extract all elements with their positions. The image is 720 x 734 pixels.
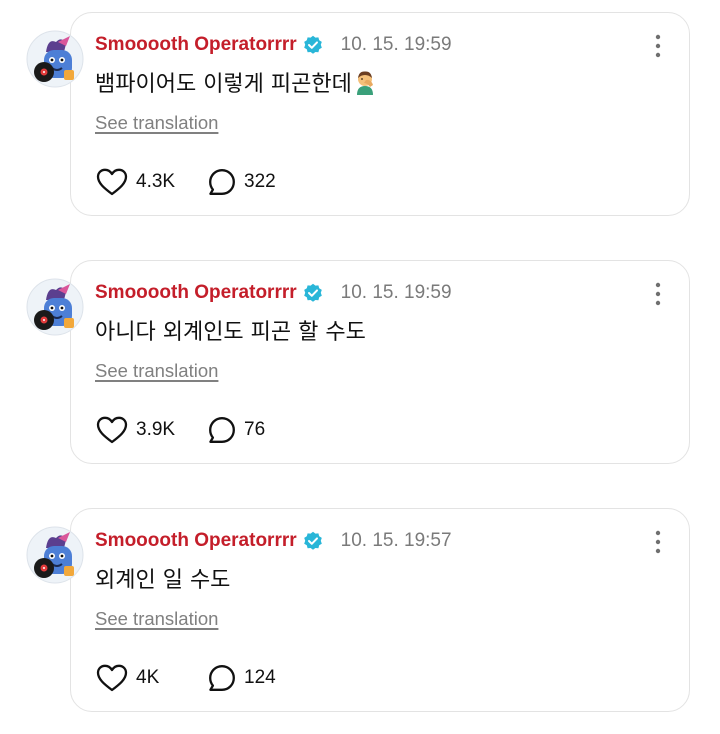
reply-button[interactable]: 76: [208, 416, 265, 444]
username[interactable]: Smooooth Operatorrrr: [95, 282, 297, 304]
reply-button[interactable]: 124: [208, 664, 276, 692]
like-count: 4K: [136, 667, 160, 688]
speech-bubble-icon: [208, 416, 236, 444]
post-actions: 3.9K 76: [96, 414, 265, 446]
avatar[interactable]: [26, 30, 84, 88]
post-text: 외계인 일 수도: [95, 562, 230, 594]
verified-badge-icon: [303, 531, 323, 551]
post-timestamp: 10. 15. 19:57: [340, 530, 452, 551]
see-translation-link[interactable]: See translation: [95, 608, 218, 630]
avatar[interactable]: [26, 526, 84, 584]
more-vertical-icon[interactable]: [648, 281, 668, 307]
post-actions: 4K 124: [96, 662, 276, 694]
verified-badge-icon: [303, 283, 323, 303]
post-card-1: Smooooth Operatorrrr 10. 15. 19:59 뱀파이어도…: [0, 0, 720, 240]
post-header: Smooooth Operatorrrr 10. 15. 19:59: [95, 32, 452, 58]
more-vertical-icon[interactable]: [648, 529, 668, 555]
heart-icon: [96, 168, 128, 196]
post-card-3: Smooooth Operatorrrr 10. 15. 19:57 외계인 일…: [0, 496, 720, 734]
post-text: 뱀파이어도 이렇게 피곤한데: [95, 66, 377, 98]
like-count: 4.3K: [136, 171, 176, 192]
like-button[interactable]: 4K: [96, 664, 208, 692]
reply-count: 322: [244, 171, 276, 192]
post-actions: 4.3K 322: [96, 166, 276, 198]
like-count: 3.9K: [136, 419, 176, 440]
reply-count: 124: [244, 667, 276, 688]
username[interactable]: Smooooth Operatorrrr: [95, 530, 297, 552]
post-feed: Smooooth Operatorrrr 10. 15. 19:59 뱀파이어도…: [0, 0, 720, 734]
reply-button[interactable]: 322: [208, 168, 276, 196]
speech-bubble-icon: [208, 664, 236, 692]
post-card-2: Smooooth Operatorrrr 10. 15. 19:59 아니다 외…: [0, 248, 720, 488]
post-text-content: 외계인 일 수도: [95, 568, 231, 593]
verified-badge-icon: [303, 35, 323, 55]
post-text: 아니다 외계인도 피곤 할 수도: [95, 314, 366, 346]
post-header: Smooooth Operatorrrr 10. 15. 19:59: [95, 280, 452, 306]
post-text-content: 아니다 외계인도 피곤 할 수도: [95, 320, 366, 345]
more-vertical-icon[interactable]: [648, 33, 668, 59]
speech-bubble-icon: [208, 168, 236, 196]
man-facepalming-emoji: [353, 69, 377, 95]
post-text-content: 뱀파이어도 이렇게 피곤한데: [95, 72, 352, 97]
see-translation-link[interactable]: See translation: [95, 360, 218, 382]
post-timestamp: 10. 15. 19:59: [340, 34, 452, 55]
like-button[interactable]: 3.9K: [96, 416, 208, 444]
see-translation-link[interactable]: See translation: [95, 112, 218, 134]
post-timestamp: 10. 15. 19:59: [340, 282, 452, 303]
post-header: Smooooth Operatorrrr 10. 15. 19:57: [95, 528, 452, 554]
reply-count: 76: [244, 419, 266, 440]
username[interactable]: Smooooth Operatorrrr: [95, 34, 297, 56]
avatar[interactable]: [26, 278, 84, 336]
heart-icon: [96, 416, 128, 444]
like-button[interactable]: 4.3K: [96, 168, 208, 196]
heart-icon: [96, 664, 128, 692]
